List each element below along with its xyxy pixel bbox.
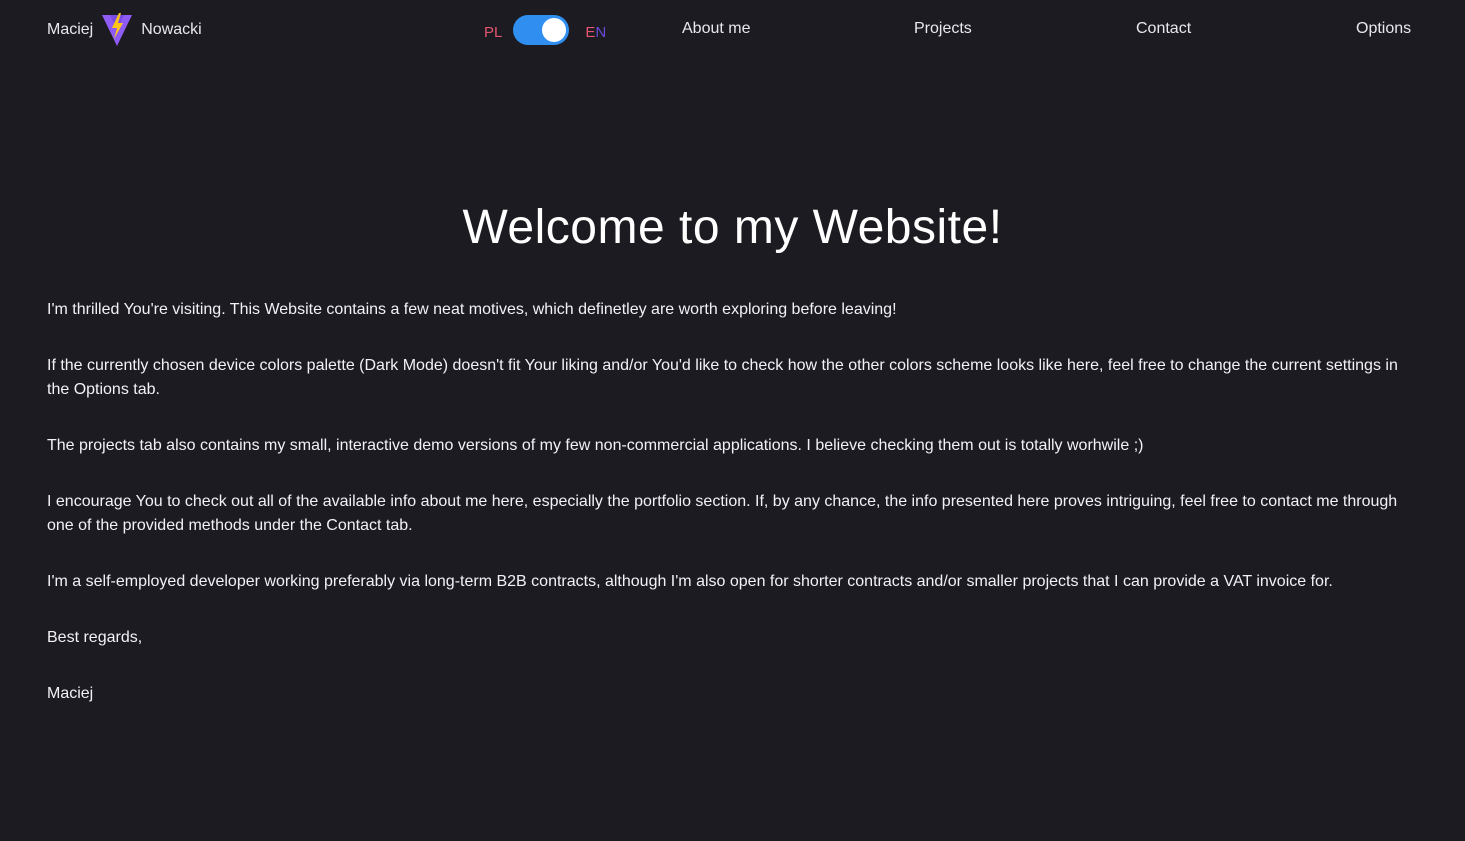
welcome-text: I'm thrilled You're visiting. This Websi…: [47, 298, 1412, 738]
page-title: Welcome to my Website!: [462, 201, 1003, 254]
nav-projects[interactable]: Projects: [914, 20, 972, 38]
brand-home-link[interactable]: Maciej Nowacki: [47, 13, 202, 47]
nav-about-me[interactable]: About me: [682, 20, 750, 38]
language-switch: PL EN: [484, 14, 606, 46]
language-toggle[interactable]: [513, 15, 570, 45]
paragraph-colors: If the currently chosen device colors pa…: [47, 357, 1398, 398]
page: Maciej Nowacki PL EN About me Projects C…: [0, 0, 1465, 841]
paragraph-intro: I'm thrilled You're visiting. This Websi…: [47, 301, 897, 318]
paragraph-employment: I'm a self-employed developer working pr…: [47, 573, 1333, 590]
paragraph-contact: I encourage You to check out all of the …: [47, 493, 1398, 534]
brand-last-name: Nowacki: [141, 21, 202, 38]
lang-label-en-first: E: [585, 23, 596, 41]
logo-icon: [102, 13, 133, 46]
brand-first-name: Maciej: [47, 21, 94, 38]
paragraph-signature: Maciej: [47, 685, 94, 702]
lang-label-en-second: N: [595, 23, 607, 41]
lang-label-pl: PL: [484, 23, 503, 41]
toggle-knob: [542, 18, 567, 42]
nav-contact[interactable]: Contact: [1136, 20, 1191, 38]
nav-options[interactable]: Options: [1356, 20, 1411, 38]
paragraph-projects: The projects tab also contains my small,…: [47, 437, 1144, 454]
paragraph-regards: Best regards,: [47, 629, 143, 646]
lang-label-en: EN: [585, 24, 606, 41]
site-header: Maciej Nowacki PL EN About me Projects C…: [0, 0, 1465, 62]
